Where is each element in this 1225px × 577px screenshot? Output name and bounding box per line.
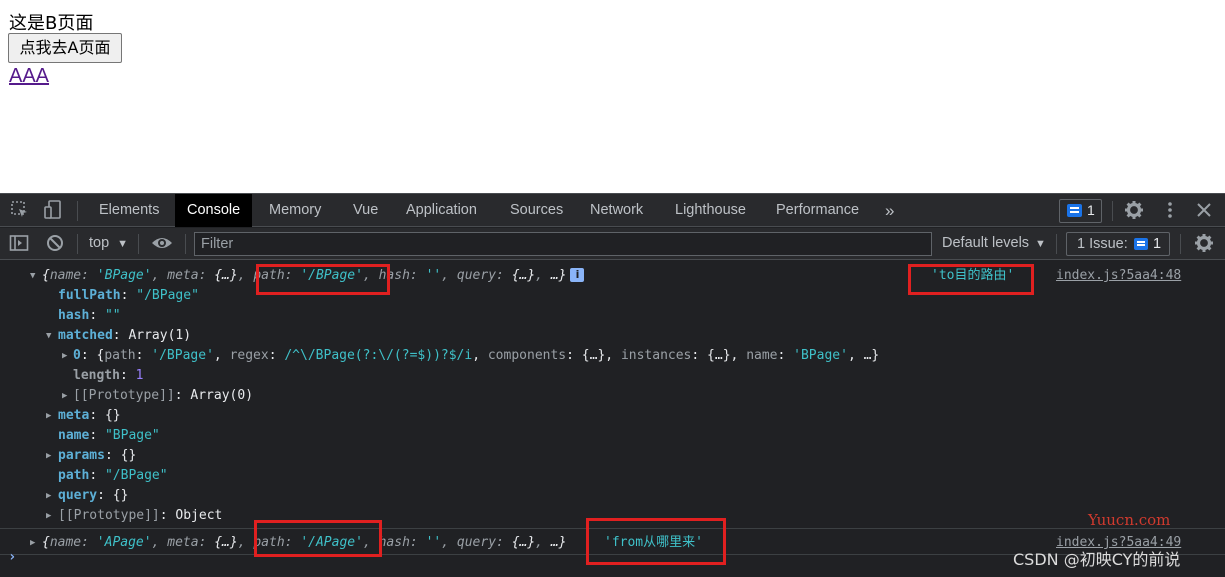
log-levels-dropdown[interactable]: Default levels ▼ (942, 235, 1046, 251)
console-prompt-icon[interactable]: › (8, 549, 16, 565)
toolbar-divider (77, 201, 78, 221)
prop-fullpath: fullPath: "/BPage" (58, 288, 199, 303)
levels-label: Default levels (942, 235, 1030, 251)
toolbar-divider (1112, 201, 1113, 221)
messages-count: 1 (1087, 202, 1095, 218)
tab-network[interactable]: Network (578, 194, 655, 227)
prop-matched[interactable]: matched: Array(1) (58, 326, 191, 346)
toolbar-divider (77, 234, 78, 254)
devtools-tabbar: Elements Console Memory Vue Application … (0, 194, 1225, 227)
entry1-source-link[interactable]: index.js?5aa4:48 (1056, 266, 1181, 286)
toolbar-divider (138, 234, 139, 254)
prop-path: path: "/BPage" (58, 468, 168, 483)
expand-triangle-icon[interactable]: ▶ (46, 406, 51, 426)
console-output: ▼ {name: 'BPage', meta: {…}, path: '/BPa… (0, 261, 1225, 577)
device-toggle-icon[interactable] (42, 200, 64, 222)
gear-icon[interactable] (1193, 233, 1215, 255)
prop-name: name: "BPage" (58, 428, 160, 443)
chevron-down-icon: ▼ (1035, 238, 1046, 250)
kebab-menu-icon[interactable] (1159, 200, 1181, 222)
expand-triangle-icon[interactable]: ▶ (30, 533, 35, 553)
expand-triangle-icon[interactable]: ▶ (46, 486, 51, 506)
prop-object-prototype[interactable]: [[Prototype]]: Object (58, 506, 222, 526)
issues-label: 1 Issue: (1077, 236, 1128, 252)
toolbar-divider (185, 234, 186, 254)
expand-triangle-icon[interactable]: ▶ (62, 346, 67, 366)
chevron-down-icon: ▼ (117, 238, 129, 250)
console-toolbar: top ▼ Filter Default levels ▼ 1 Issue: 1 (0, 228, 1225, 260)
highlight-box-path-b (256, 264, 390, 295)
chat-icon (1067, 204, 1082, 217)
eye-icon[interactable] (151, 233, 173, 255)
tab-application[interactable]: Application (394, 194, 489, 227)
chat-icon (1134, 238, 1148, 250)
tab-elements[interactable]: Elements (87, 194, 171, 227)
info-icon[interactable]: i (570, 268, 585, 282)
tab-console[interactable]: Console (175, 194, 253, 227)
site-watermark: Yuucn.com (1088, 511, 1171, 529)
highlight-box-path-a (254, 520, 382, 557)
tab-sources[interactable]: Sources (498, 194, 575, 227)
expand-triangle-icon[interactable]: ▶ (46, 446, 51, 466)
expand-triangle-icon[interactable]: ▶ (62, 386, 67, 406)
sidebar-toggle-icon[interactable] (8, 233, 30, 255)
inspect-icon[interactable] (9, 200, 31, 222)
highlight-box-to-label (908, 264, 1034, 295)
filter-input[interactable]: Filter (194, 232, 932, 256)
prop-params[interactable]: params: {} (58, 446, 136, 466)
prop-matched-0[interactable]: 0: {path: '/BPage', regex: /^\/BPage(?:\… (73, 346, 879, 366)
prop-length: length: 1 (73, 368, 144, 383)
gear-icon[interactable] (1123, 200, 1145, 222)
issues-count: 1 (1153, 236, 1162, 252)
tab-lighthouse[interactable]: Lighthouse (663, 194, 758, 227)
expand-triangle-icon[interactable]: ▶ (46, 506, 51, 526)
prop-array-prototype[interactable]: [[Prototype]]: Array(0) (73, 386, 253, 406)
prop-query[interactable]: query: {} (58, 486, 128, 506)
prop-meta[interactable]: meta: {} (58, 406, 121, 426)
messages-badge[interactable]: 1 (1059, 199, 1102, 223)
page-title: 这是B页面 (9, 13, 94, 34)
tab-vue[interactable]: Vue (341, 194, 390, 227)
tab-memory[interactable]: Memory (257, 194, 333, 227)
close-icon[interactable] (1193, 200, 1215, 222)
tab-performance[interactable]: Performance (764, 194, 871, 227)
context-selector[interactable]: top ▼ (89, 235, 128, 251)
collapse-triangle-icon[interactable]: ▼ (46, 326, 51, 346)
toolbar-divider (1056, 234, 1057, 254)
prop-hash: hash: "" (58, 308, 121, 323)
context-label: top (89, 235, 110, 251)
clear-console-icon[interactable] (44, 233, 66, 255)
toolbar-divider (1180, 234, 1181, 254)
devtools-panel: Elements Console Memory Vue Application … (0, 193, 1225, 577)
more-tabs-icon[interactable]: » (873, 194, 906, 227)
page-viewport: 这是B页面 点我去A页面 AAA (0, 0, 1225, 193)
author-watermark: CSDN @初映CY的前说 (1013, 550, 1181, 569)
collapse-triangle-icon[interactable]: ▼ (30, 266, 35, 286)
aaa-link[interactable]: AAA (9, 65, 49, 88)
highlight-box-from-label (586, 518, 726, 565)
go-to-a-page-button[interactable]: 点我去A页面 (8, 33, 122, 63)
issues-button[interactable]: 1 Issue: 1 (1066, 232, 1170, 256)
